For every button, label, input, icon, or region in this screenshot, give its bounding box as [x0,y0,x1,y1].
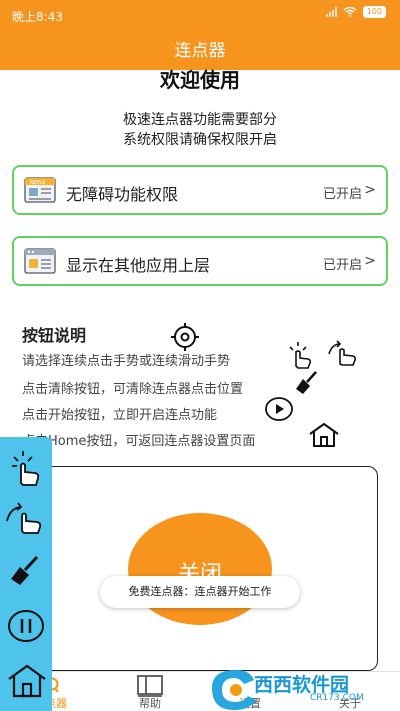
broom-icon[interactable] [10,555,40,587]
swipe-gesture-icon [328,340,357,366]
app-title: 连点器 [174,41,226,61]
status-icons: 100 [325,6,386,18]
welcome-heading: 欢迎使用 [160,68,240,92]
instruction-line: 点击Home按钮，可返回连点器设置页面 [22,434,256,449]
crosshair-icon [171,323,199,351]
signal-icon [325,7,337,17]
instruction-line: 点击开始按钮，立即开启连点功能 [22,408,218,423]
broom-icon [296,371,317,394]
nav-help[interactable]: 帮助 [100,672,200,711]
swipe-gesture-icon[interactable] [4,501,48,535]
instruction-line: 请选择连续点击手势或连续滑动手势 [22,354,231,369]
pause-icon[interactable] [7,609,45,643]
chevron-right-icon: > [364,253,376,269]
chevron-right-icon: > [364,182,376,198]
subtitle-line: 极速连点器功能需要部分 [123,112,277,128]
wifi-icon [343,7,357,17]
tap-gesture-icon [289,342,312,369]
card-label: 无障碍功能权限 [66,185,179,204]
card-label: 显示在其他应用上层 [66,256,211,275]
home-icon [309,422,339,447]
play-icon [265,397,293,421]
status-bar: 晚上8:43 100 [0,0,400,28]
app-header: 晚上8:43 100 连点器 [0,0,400,70]
accessibility-permission-card[interactable]: NEWS 无障碍功能权限 已开启 > [12,165,388,215]
toast-message: 免费连点器：连点器开始工作 [100,576,300,608]
nav-label: 帮助 [139,697,161,710]
status-time: 晚上8:43 [12,10,63,24]
floating-toolbar [0,437,52,711]
instruction-line: 点击清除按钮，可清除连点器点击位置 [22,382,244,397]
news-icon: NEWS [24,177,56,203]
card-status: 已开启 [322,187,362,202]
svg-text:NEWS: NEWS [30,180,45,186]
battery-icon: 100 [362,6,386,18]
welcome-subtitle: 极速连点器功能需要部分 系统权限请确保权限开启 [0,110,400,150]
window-icon [24,248,56,274]
instructions-title: 按钮说明 [22,326,87,345]
overlay-permission-card[interactable]: 显示在其他应用上层 已开启 > [12,236,388,286]
tap-gesture-icon[interactable] [10,449,44,487]
subtitle-line: 系统权限请确保权限开启 [123,132,277,148]
card-status: 已开启 [322,258,362,273]
watermark-sub: CR173.COM [310,693,364,703]
home-icon[interactable] [6,663,48,699]
